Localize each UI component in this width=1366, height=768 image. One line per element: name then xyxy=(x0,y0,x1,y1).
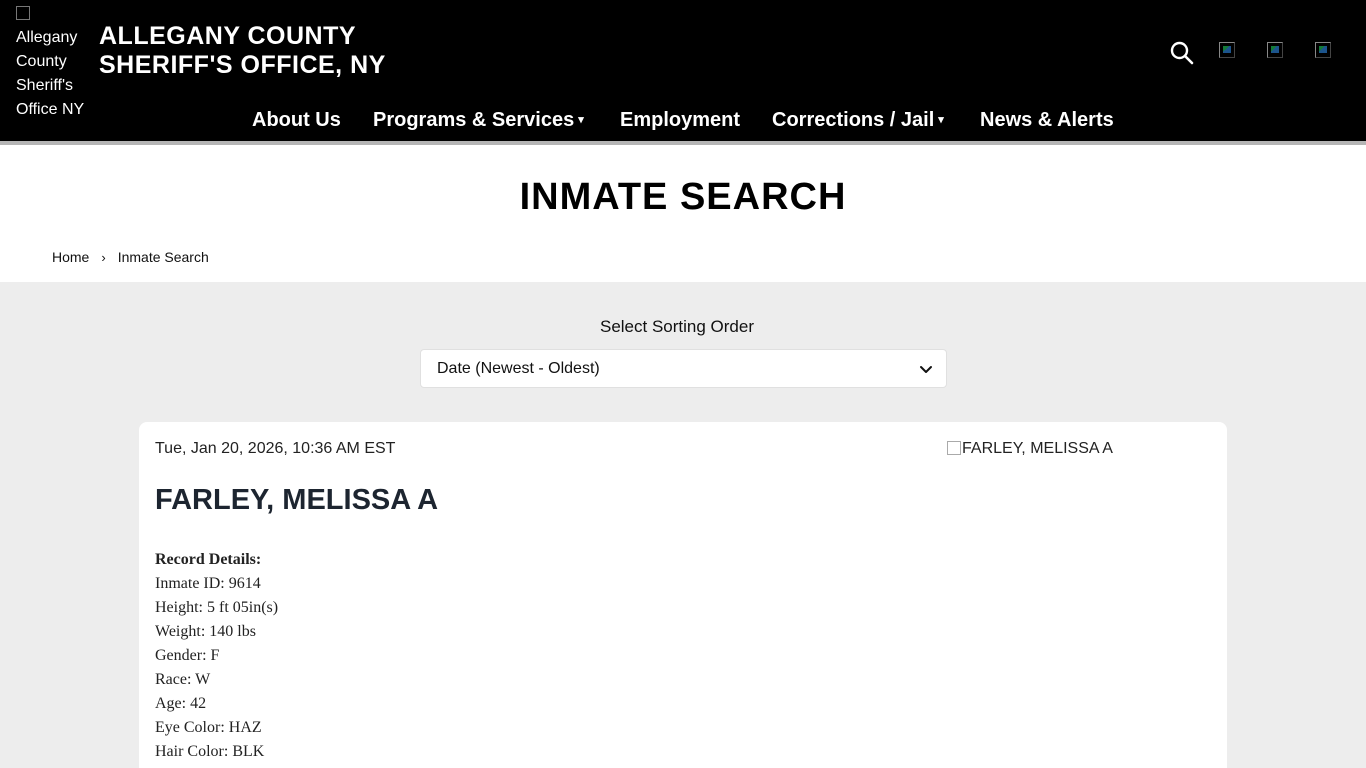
record-date: Tue, Jan 20, 2026, 10:36 AM EST xyxy=(155,440,396,457)
breadcrumb-home-link[interactable]: Home xyxy=(52,249,89,265)
caret-down-icon: ▾ xyxy=(578,114,584,126)
site-title-line2: SHERIFF'S OFFICE, NY xyxy=(99,51,386,79)
nav-item-label: About Us xyxy=(252,109,341,131)
inmate-name: FARLEY, MELISSA A xyxy=(155,484,439,516)
caret-down-icon: ▾ xyxy=(938,114,944,126)
detail-eye-color: Eye Color: HAZ xyxy=(155,719,262,736)
social-link-3[interactable] xyxy=(1315,42,1333,60)
site-header: Allegany County Sheriff's Office NY ALLE… xyxy=(0,0,1366,141)
detail-inmate-id: Inmate ID: 9614 xyxy=(155,575,261,592)
site-title[interactable]: ALLEGANY COUNTY SHERIFF'S OFFICE, NY xyxy=(99,22,386,80)
detail-age: Age: 42 xyxy=(155,695,207,712)
breadcrumb-current: Inmate Search xyxy=(117,249,209,265)
social-icon-1 xyxy=(1219,42,1235,58)
nav-item-news-alerts[interactable]: News & Alerts xyxy=(980,104,1114,136)
search-button[interactable] xyxy=(1169,40,1195,66)
social-icon-3 xyxy=(1315,42,1331,58)
detail-weight: Weight: 140 lbs xyxy=(155,623,256,640)
sort-order-value: Date (Newest - Oldest) xyxy=(437,360,600,377)
record-details: Record Details: Inmate ID: 9614 Height: … xyxy=(155,548,278,764)
broken-image-icon xyxy=(947,441,961,455)
record-details-heading: Record Details: xyxy=(155,551,262,568)
search-icon xyxy=(1170,41,1194,65)
social-icon-2 xyxy=(1267,42,1283,58)
nav-item-programs-services[interactable]: Programs & Services ▾ xyxy=(373,104,584,136)
nav-item-label: Programs & Services xyxy=(373,109,575,131)
breadcrumb-separator-icon: › xyxy=(101,250,106,265)
nav-item-label: News & Alerts xyxy=(980,109,1114,131)
sort-order-select[interactable]: Date (Newest - Oldest) xyxy=(420,349,947,388)
main-nav: About Us Programs & Services ▾ Employment… xyxy=(0,104,1366,138)
nav-item-about-us[interactable]: About Us xyxy=(252,104,341,136)
detail-race: Race: W xyxy=(155,671,211,688)
broken-image-icon xyxy=(16,6,30,20)
chevron-down-icon xyxy=(920,366,932,373)
nav-item-employment[interactable]: Employment xyxy=(620,104,740,136)
nav-item-label: Corrections / Jail xyxy=(772,109,935,131)
inmate-record-card xyxy=(139,422,1227,768)
inmate-photo: FARLEY, MELISSA A xyxy=(947,439,1113,459)
social-link-1[interactable] xyxy=(1219,42,1237,60)
sort-order-label: Select Sorting Order xyxy=(599,317,754,336)
breadcrumb: Home › Inmate Search xyxy=(52,248,209,267)
page-title: INMATE SEARCH xyxy=(519,176,847,218)
nav-item-corrections-jail[interactable]: Corrections / Jail ▾ xyxy=(772,104,944,136)
detail-gender: Gender: F xyxy=(155,647,220,664)
inmate-photo-alt-text: FARLEY, MELISSA A xyxy=(962,440,1113,457)
detail-hair-color: Hair Color: BLK xyxy=(155,743,265,760)
nav-item-label: Employment xyxy=(620,109,741,131)
social-link-2[interactable] xyxy=(1267,42,1285,60)
site-title-line1: ALLEGANY COUNTY xyxy=(99,22,357,50)
detail-height: Height: 5 ft 05in(s) xyxy=(155,599,279,616)
